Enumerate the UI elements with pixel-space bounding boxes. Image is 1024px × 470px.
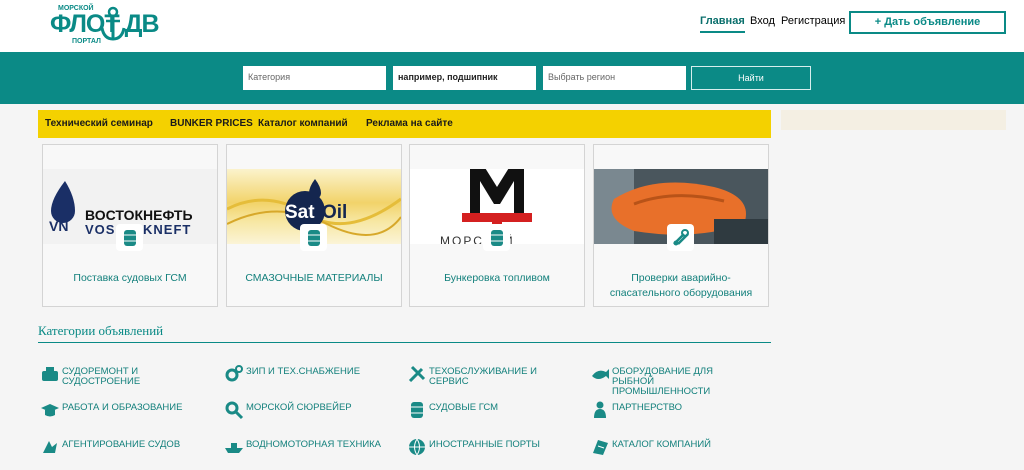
category-label: Техобслуживание и сервис bbox=[429, 366, 537, 387]
category-foreign-ports[interactable]: Иностранные порты bbox=[407, 437, 577, 457]
anchor-icon bbox=[100, 6, 126, 41]
card-title: Бункеровка топливом bbox=[444, 272, 550, 284]
category-fishing-equipment[interactable]: Оборудование для рыбной промышленности bbox=[590, 364, 720, 397]
region-select[interactable]: Выбрать регион bbox=[543, 66, 686, 90]
category-label: Судовые ГСМ bbox=[429, 402, 499, 413]
category-label: Работа и образование bbox=[62, 402, 183, 413]
category-partnership[interactable]: Партнерство bbox=[590, 400, 760, 420]
service-card-fuel[interactable]: VN ВОСТОКНЕФТЬ VOS KNEFT Поставка судовы… bbox=[42, 144, 218, 307]
card-title: Поставка судовых ГСМ bbox=[73, 272, 187, 284]
agency-icon bbox=[43, 441, 57, 453]
category-select[interactable]: Категория bbox=[243, 66, 386, 90]
category-label: Судоремонт и судостроение bbox=[62, 366, 141, 387]
category-label: Морской сюрвейер bbox=[246, 402, 352, 413]
catalog-icon bbox=[593, 440, 608, 455]
svg-text:Sat: Sat bbox=[285, 202, 315, 223]
category-label: Партнерство bbox=[612, 402, 683, 413]
category-maintenance[interactable]: Техобслуживание и сервис bbox=[407, 364, 577, 387]
category-label: Оборудование для рыбной промышленности bbox=[612, 366, 714, 397]
barrel-icon bbox=[483, 224, 510, 251]
category-label: Иностранные порты bbox=[429, 439, 540, 450]
service-card-rescue-equipment[interactable]: Проверки аварийно-спасательного оборудов… bbox=[593, 144, 769, 307]
service-card-lubricants[interactable]: Sat Oil СМАЗОЧНЫЕ МАТЕРИАЛЫ bbox=[226, 144, 402, 307]
nav-register-link[interactable]: Регистрация bbox=[781, 15, 845, 27]
svg-text:Oil: Oil bbox=[322, 202, 347, 223]
nav-login-link[interactable]: Вход bbox=[750, 15, 775, 27]
barrel-icon bbox=[300, 224, 327, 251]
service-card-bunkering[interactable]: МОРСКОЙ Бункеровка топливом bbox=[409, 144, 585, 307]
barrel-icon bbox=[411, 402, 423, 418]
svg-text:KNEFT: KNEFT bbox=[143, 222, 191, 237]
category-label: ЗИП и тех.снабжение bbox=[246, 366, 361, 377]
card-title: Проверки аварийно-спасательного оборудов… bbox=[609, 272, 753, 299]
category-company-catalog[interactable]: Каталог компаний bbox=[590, 437, 760, 457]
fish-icon bbox=[592, 369, 609, 379]
categories-heading: Категории объявлений bbox=[38, 323, 164, 338]
category-water-motor-vehicles[interactable]: Водномоторная техника bbox=[224, 437, 394, 457]
search-bar: Категория например, подшипник Выбрать ре… bbox=[0, 52, 1024, 104]
promo-link-advertising[interactable]: Реклама на сайте bbox=[366, 118, 453, 129]
svg-text:VOS: VOS bbox=[85, 222, 115, 237]
gears-icon bbox=[225, 365, 243, 382]
barrel-icon bbox=[116, 224, 143, 251]
promo-link-seminar[interactable]: Технический семинар bbox=[45, 118, 153, 129]
sidebar-banner bbox=[781, 110, 1006, 130]
category-label: Каталог компаний bbox=[612, 439, 711, 450]
graduation-icon bbox=[41, 404, 59, 417]
category-ship-agency[interactable]: Агентирование судов bbox=[40, 437, 210, 457]
category-spare-parts[interactable]: ЗИП и тех.снабжение bbox=[224, 364, 394, 384]
categories-divider bbox=[38, 342, 771, 343]
search-button[interactable]: Найти bbox=[691, 66, 811, 90]
category-marine-fuel[interactable]: Судовые ГСМ bbox=[407, 400, 577, 420]
tools-icon bbox=[408, 365, 426, 383]
magnifier-icon bbox=[225, 401, 244, 420]
search-input[interactable]: например, подшипник bbox=[393, 66, 536, 90]
post-ad-button[interactable]: + Дать объявление bbox=[849, 11, 1006, 34]
category-marine-surveyor[interactable]: Морской сюрвейер bbox=[224, 400, 394, 420]
category-jobs-education[interactable]: Работа и образование bbox=[40, 400, 210, 420]
card-title: СМАЗОЧНЫЕ МАТЕРИАЛЫ bbox=[245, 272, 383, 284]
category-label: Агентирование судов bbox=[62, 439, 181, 450]
promo-link-catalog[interactable]: Каталог компаний bbox=[258, 118, 348, 129]
nav-home-link[interactable]: Главная bbox=[700, 15, 745, 33]
category-label: Водномоторная техника bbox=[246, 439, 382, 450]
logo-bottom-text: ПОРТАЛ bbox=[72, 38, 101, 45]
globe-icon bbox=[409, 438, 425, 456]
site-logo[interactable]: МОРСКОЙ ФЛОТ ДВ ПОРТАЛ bbox=[50, 4, 162, 46]
promo-link-bunker-prices[interactable]: BUNKER PRICES bbox=[170, 118, 253, 129]
svg-text:VN: VN bbox=[49, 218, 68, 234]
ship-repair-icon bbox=[42, 367, 58, 381]
boat-icon bbox=[225, 443, 243, 453]
category-ship-repair[interactable]: Судоремонт и судостроение bbox=[40, 364, 210, 387]
promo-links-bar: Технический семинар BUNKER PRICES Катало… bbox=[38, 110, 771, 138]
vostokneft-brand-text: ВОСТОКНЕФТЬ bbox=[85, 207, 193, 223]
wrench-icon bbox=[667, 224, 694, 251]
partner-icon bbox=[594, 401, 606, 418]
site-header: МОРСКОЙ ФЛОТ ДВ ПОРТАЛ Главная Вход Регис… bbox=[0, 0, 1024, 52]
